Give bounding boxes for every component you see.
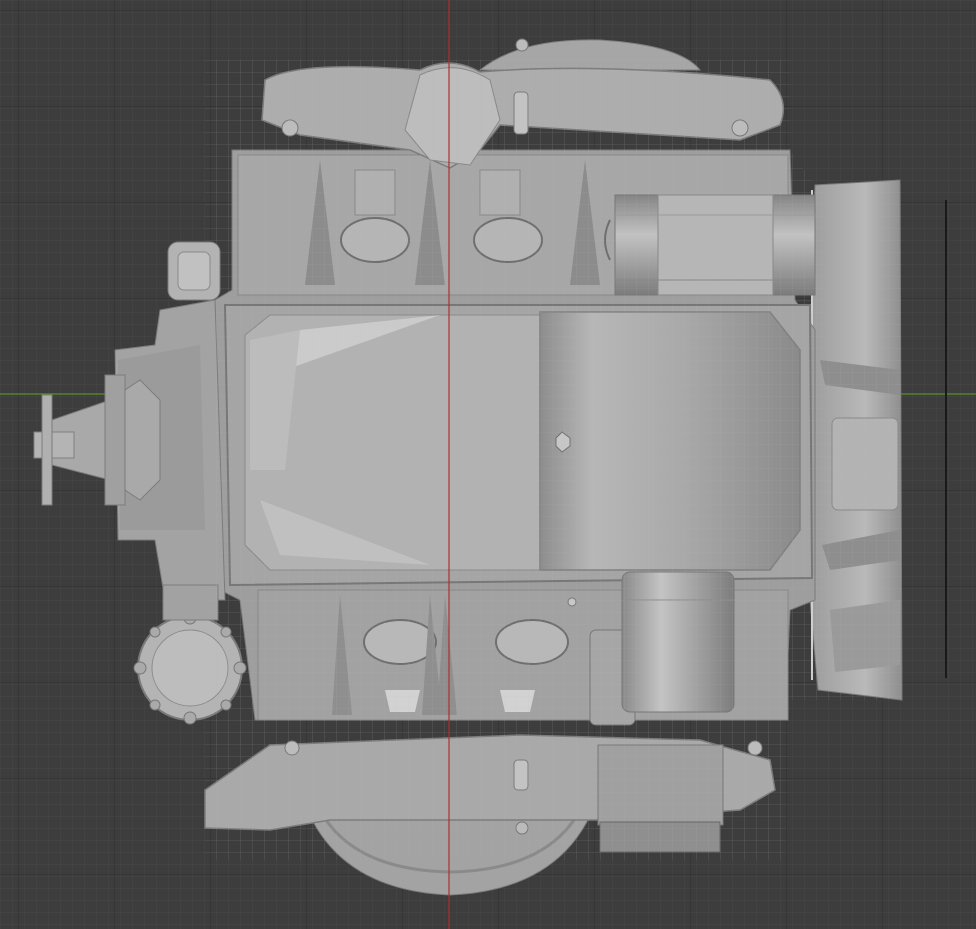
3d-viewport[interactable] <box>0 0 976 929</box>
